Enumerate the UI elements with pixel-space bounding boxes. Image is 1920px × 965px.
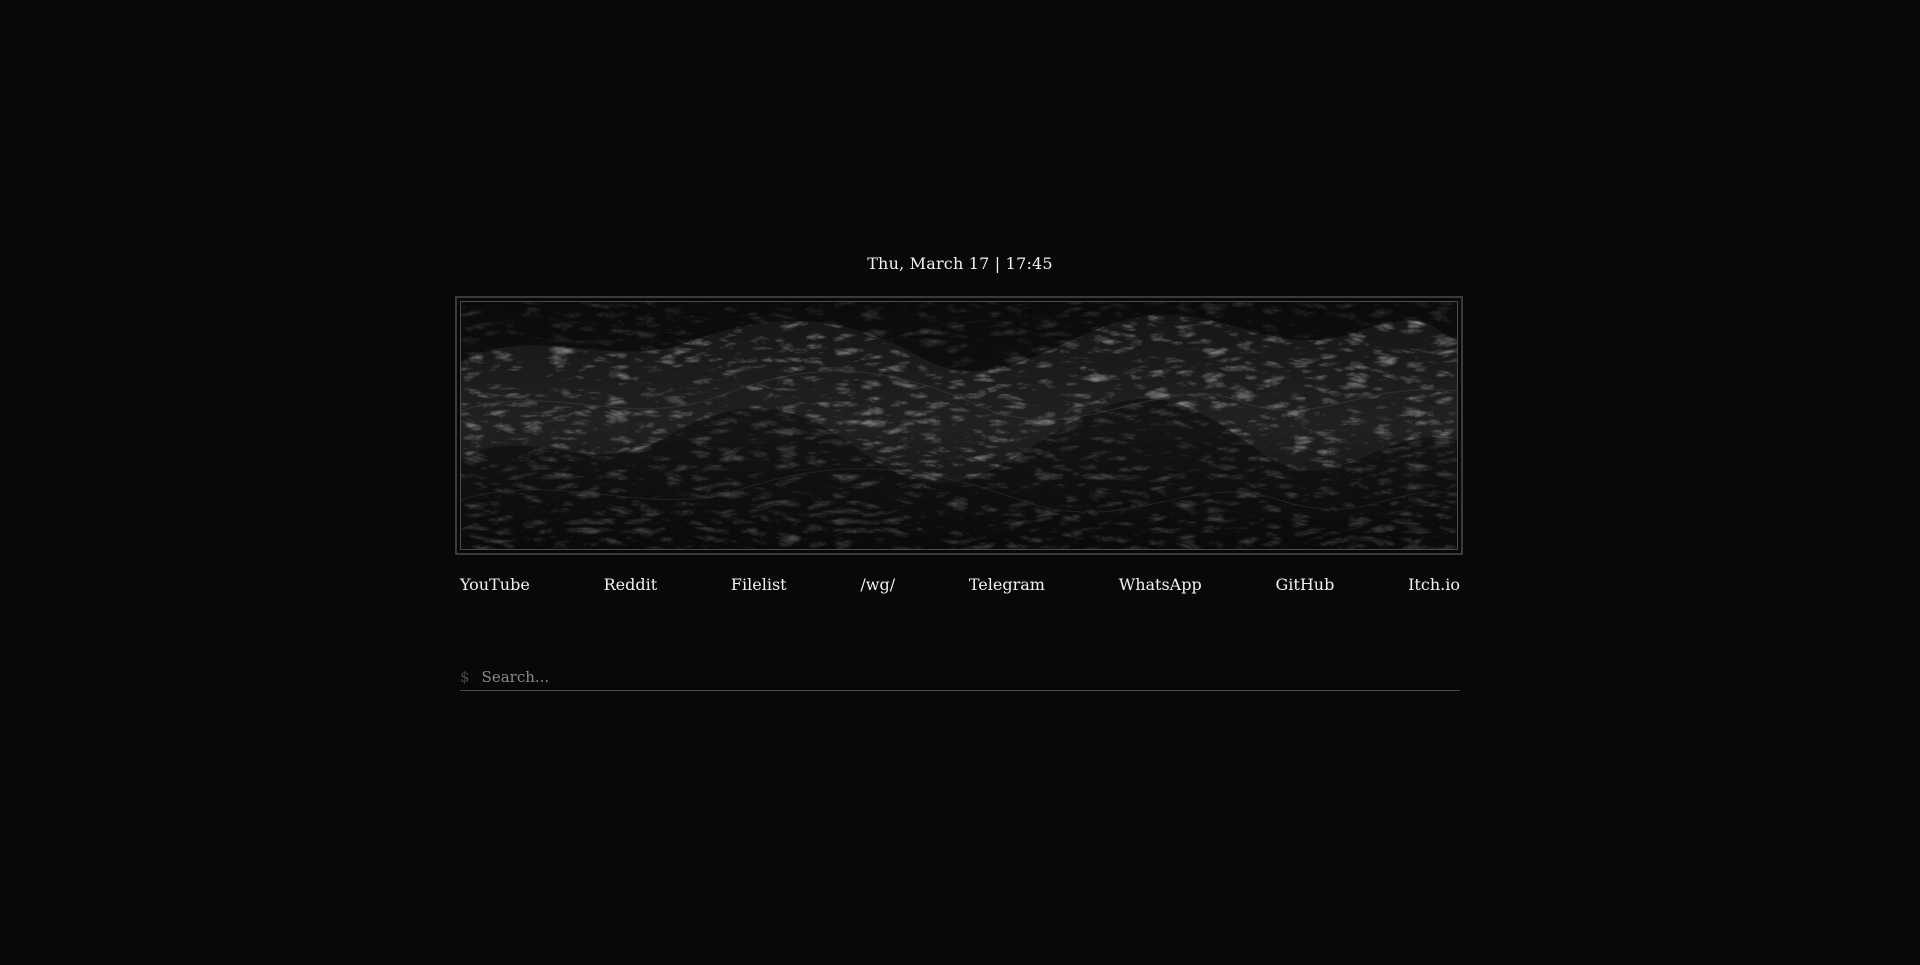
banner-frame: [455, 296, 1463, 555]
ocean-waves-icon: [461, 302, 1457, 549]
link-itchio[interactable]: Itch.io: [1408, 575, 1460, 594]
link-youtube[interactable]: YouTube: [460, 575, 530, 594]
banner-image: [460, 301, 1458, 550]
search-bar: $: [460, 664, 1460, 691]
startpage: Thu, March 17 | 17:45 YouTube Reddit Fil…: [0, 0, 1920, 965]
search-input[interactable]: [481, 668, 1460, 686]
link-github[interactable]: GitHub: [1276, 575, 1335, 594]
link-filelist[interactable]: Filelist: [731, 575, 787, 594]
link-wg[interactable]: /wg/: [860, 575, 895, 594]
quick-links: YouTube Reddit Filelist /wg/ Telegram Wh…: [460, 575, 1460, 594]
link-reddit[interactable]: Reddit: [604, 575, 658, 594]
link-telegram[interactable]: Telegram: [969, 575, 1045, 594]
date-time-display: Thu, March 17 | 17:45: [867, 254, 1053, 273]
link-whatsapp[interactable]: WhatsApp: [1119, 575, 1202, 594]
prompt-symbol: $: [460, 668, 470, 686]
